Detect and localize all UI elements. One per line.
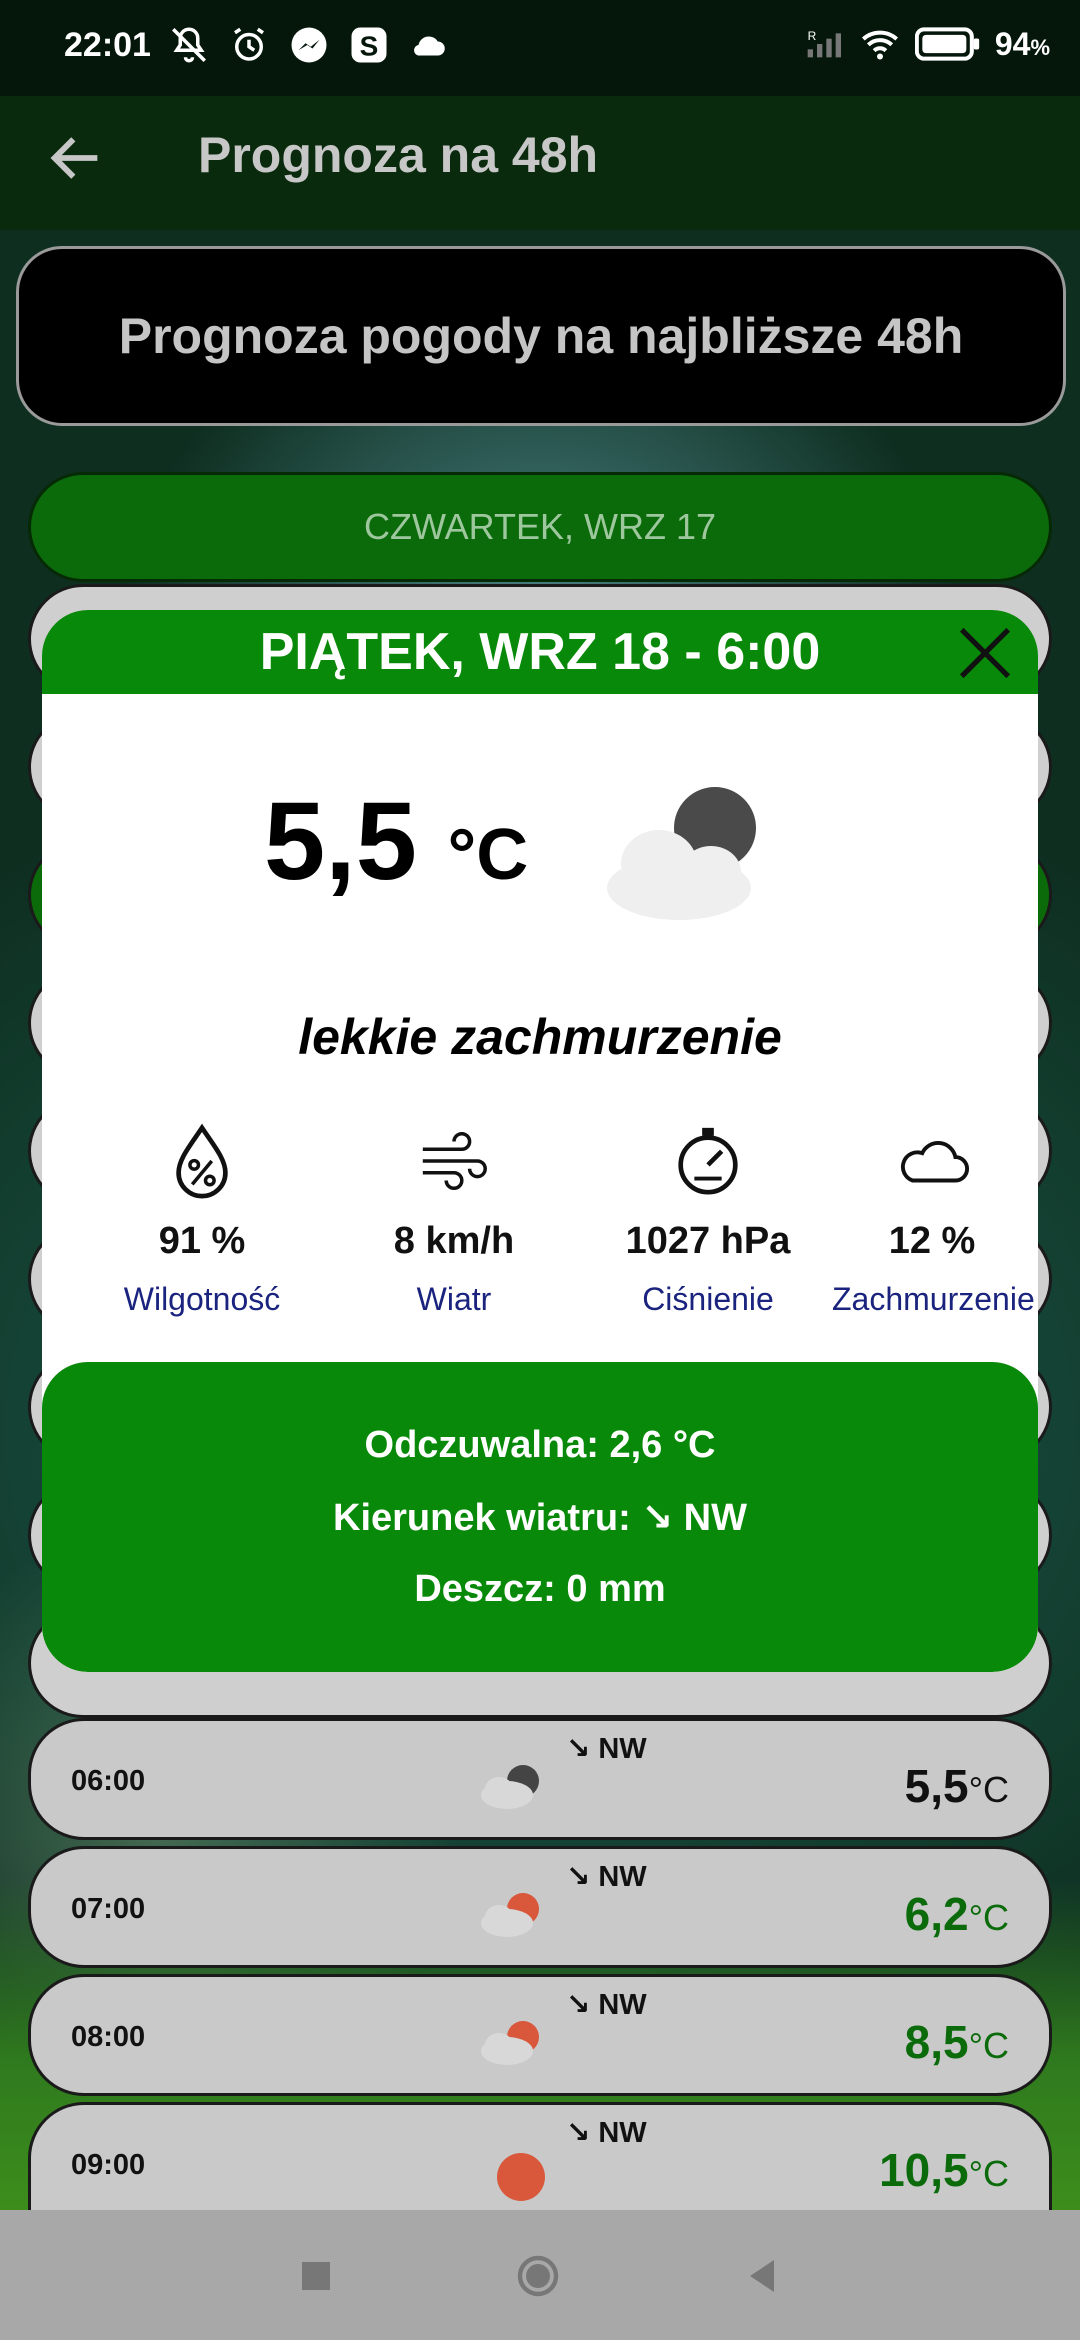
hour-wind: ↘ NW [566, 1989, 647, 2021]
hour-temp: 10,5°C [879, 2144, 1009, 2196]
dialog-header: PIĄTEK, WRZ 18 - 6:00 [42, 610, 1038, 694]
day-header[interactable]: CZWARTEK, WRZ 17 [28, 472, 1052, 582]
weather-stats: 91 % Wilgotność 8 km/h Wiatr 1027 hPa Ci… [42, 1122, 1038, 1352]
forecast-banner: Prognoza pogody na najbliższe 48h [16, 246, 1066, 426]
cloudiness-label: Zachmurzenie [832, 1281, 1035, 1317]
pressure-label: Ciśnienie [642, 1281, 774, 1317]
dialog-title: PIĄTEK, WRZ 18 - 6:00 [259, 623, 821, 681]
svg-text:S: S [360, 31, 379, 62]
messenger-icon [291, 27, 327, 63]
close-icon[interactable] [954, 622, 1016, 684]
hour-time: 07:00 [71, 1893, 146, 1925]
wifi-icon [861, 30, 898, 60]
hour-wind: ↘ NW [566, 2117, 647, 2149]
hour-temp: 5,5°C [904, 1760, 1009, 1812]
svg-text:R: R [808, 29, 817, 43]
hour-row[interactable]: 06:00 ↘ NW 5,5°C [28, 1718, 1052, 1840]
pressure-stat: 1027 hPa Ciśnienie [578, 1122, 838, 1318]
back-arrow-icon[interactable] [44, 126, 108, 190]
signal-icon: R [807, 29, 841, 58]
alarm-icon [234, 27, 264, 61]
status-bar: 22:01 S R 94% [0, 0, 1080, 96]
app-bar: Prognoza na 48h [0, 96, 1080, 230]
hour-row[interactable]: 09:00 ↘ NW 10,5°C [28, 2102, 1052, 2210]
banner-text: Prognoza pogody na najbliższe 48h [118, 308, 964, 364]
wind-icon [422, 1131, 487, 1191]
current-temperature: 5,5 °C [264, 780, 529, 903]
battery-percent: 94% [994, 25, 1050, 62]
rain-amount: Deszcz: 0 mm [414, 1567, 666, 1610]
cloudiness-value: 12 % [888, 1220, 976, 1262]
hour-wind: ↘ NW [566, 1733, 647, 1765]
humidity-stat: 91 % Wilgotność [72, 1122, 332, 1318]
humidity-value: 91 % [158, 1220, 246, 1262]
pressure-icon [678, 1127, 738, 1195]
hour-time: 09:00 [71, 2149, 146, 2181]
hour-row[interactable]: 07:00 ↘ NW 6,2°C [28, 1846, 1052, 1968]
hour-time: 06:00 [71, 1765, 146, 1797]
hour-row[interactable]: 08:00 ↘ NW 8,5°C [28, 1974, 1052, 2096]
wind-label: Wiatr [416, 1281, 492, 1317]
back-icon[interactable] [738, 2252, 786, 2300]
app-title: Prognoza na 48h [198, 127, 599, 183]
day-header-label: CZWARTEK, WRZ 17 [363, 506, 717, 547]
cloud-status-icon [414, 36, 445, 56]
hour-time: 08:00 [71, 2021, 146, 2053]
sun-icon [497, 2153, 545, 2201]
cloudiness-stat: 12 % Zachmurzenie [832, 1122, 1035, 1318]
detail-panel: Odczuwalna: 2,6 °C Kierunek wiatru: ↘ NW… [42, 1362, 1038, 1672]
muted-bell-icon [172, 27, 206, 63]
notification-icons: S [168, 24, 450, 66]
forecast-detail-dialog: PIĄTEK, WRZ 18 - 6:00 5,5 °C lekkie zach… [42, 610, 1038, 1672]
wind-direction: Kierunek wiatru: ↘ NW [333, 1496, 747, 1539]
status-time: 22:01 [64, 26, 151, 64]
weather-condition: lekkie zachmurzenie [298, 1009, 782, 1065]
s-app-icon: S [351, 27, 387, 63]
feels-like: Odczuwalna: 2,6 °C [364, 1423, 716, 1466]
pressure-value: 1027 hPa [625, 1220, 791, 1262]
humidity-icon [176, 1123, 228, 1199]
hour-temp: 6,2°C [904, 1888, 1009, 1940]
partly-cloudy-night-icon [481, 1765, 539, 1809]
wind-stat: 8 km/h Wiatr [324, 1122, 584, 1318]
hour-temp: 8,5°C [904, 2016, 1009, 2068]
partly-cloudy-day-icon [481, 2021, 539, 2065]
cloud-icon [900, 1141, 969, 1183]
partly-cloudy-night-icon [607, 781, 762, 920]
partly-cloudy-day-icon [481, 1893, 539, 1937]
system-icons: R 94% [805, 24, 1050, 64]
hour-wind: ↘ NW [566, 1861, 647, 1893]
home-icon[interactable] [514, 2252, 562, 2300]
recents-icon[interactable] [292, 2252, 340, 2300]
humidity-label: Wilgotność [123, 1281, 281, 1317]
battery-icon [914, 27, 980, 61]
navigation-bar [0, 2210, 1080, 2340]
wind-value: 8 km/h [393, 1220, 515, 1262]
